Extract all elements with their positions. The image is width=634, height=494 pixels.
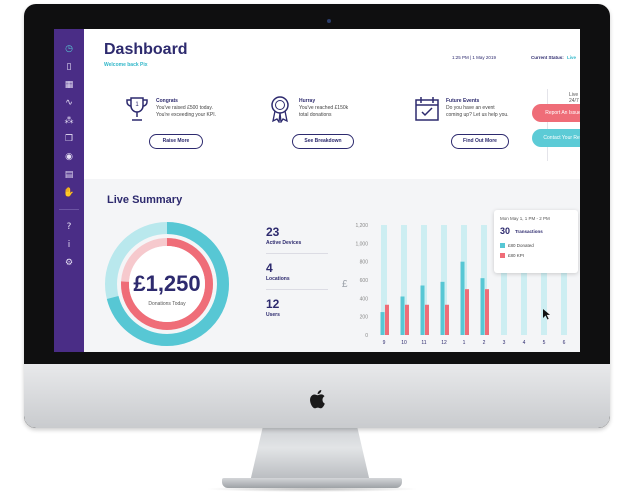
future-events-card: Future Events Do you have an event comin… — [414, 95, 554, 165]
x-tick-label: 1 — [463, 340, 466, 346]
trend-line-icon[interactable]: ∿ — [63, 97, 75, 109]
currency-axis-label: £ — [342, 279, 348, 290]
bar-donated — [480, 278, 485, 335]
donations-value: £1,250 — [133, 271, 201, 296]
bar-kpi — [405, 304, 409, 335]
x-tick-label: 5 — [543, 340, 546, 346]
stat-value: 12 — [266, 297, 280, 311]
calendar-icon[interactable]: ▦ — [63, 79, 75, 91]
welcome-message: Welcome back Pix — [104, 62, 148, 68]
x-tick-label: 9 — [383, 340, 386, 346]
bar-kpi — [465, 289, 469, 335]
device-icon[interactable]: ▯ — [63, 61, 75, 73]
stat-value: 23 — [266, 225, 280, 239]
bar-donated — [440, 281, 445, 335]
x-tick-label: 10 — [401, 340, 407, 346]
x-tick-label: 12 — [441, 340, 447, 346]
trophy-icon: 1 — [126, 97, 148, 121]
timestamp: 1:25 PM | 1 May 2019 — [452, 55, 496, 60]
page-title: Dashboard — [104, 41, 188, 58]
bar-kpi — [445, 304, 449, 335]
x-tick-label: 3 — [503, 340, 506, 346]
tooltip-legend-kpi: £80 KPI — [500, 253, 524, 258]
stat-label: Active Devices — [266, 240, 302, 246]
legend-swatch — [500, 253, 505, 258]
live-summary-title: Live Summary — [107, 194, 183, 206]
stat-divider — [266, 253, 328, 254]
stat-active-devices: 23 Active Devices — [266, 225, 336, 246]
status-label: Current Status: — [531, 55, 564, 60]
bar-donated — [380, 312, 385, 335]
help-icon[interactable]: ? — [63, 221, 75, 233]
y-tick-label: 1,200 — [355, 223, 368, 229]
x-tick-label: 2 — [483, 340, 486, 346]
monitor: ◷ ▯ ▦ ∿ ⁂ ❐ ◉ ▤ ✋? i ⚙ Dashboard Welcome back Pix … — [24, 4, 610, 428]
settings-icon[interactable]: ⚙ — [63, 257, 75, 269]
x-tick-label: 6 — [563, 340, 566, 346]
stat-locations: 4 Locations — [266, 261, 336, 282]
y-tick-label: 200 — [360, 315, 369, 321]
bar-donated — [460, 261, 465, 335]
congrats-title: Congrats — [156, 98, 178, 104]
bar-kpi — [485, 289, 489, 335]
future-events-title: Future Events — [446, 98, 480, 104]
stat-label: Users — [266, 312, 280, 318]
hurray-text: You've reached £150k total donations — [299, 105, 349, 118]
monitor-stand — [250, 420, 370, 482]
dashboard-screen: ◷ ▯ ▦ ∿ ⁂ ❐ ◉ ▤ ✋? i ⚙ Dashboard Welcome back Pix … — [54, 29, 580, 352]
status-badge: Live — [567, 55, 577, 60]
bar-kpi — [425, 304, 429, 335]
stat-users: 12 Users — [266, 297, 336, 318]
hand-coin-icon[interactable]: ✋ — [63, 187, 75, 199]
bar-donated — [420, 285, 425, 335]
monitor-stand-base — [222, 478, 402, 488]
document-icon[interactable]: ▤ — [63, 169, 75, 181]
stat-label: Locations — [266, 276, 290, 282]
legend-swatch — [500, 243, 505, 248]
report-issue-button[interactable]: Report An Issue — [532, 104, 580, 122]
user-icon[interactable]: ◉ — [63, 151, 75, 163]
tooltip-legend-donated: £80 Donated — [500, 243, 534, 248]
y-tick-label: 400 — [360, 296, 369, 302]
donations-label: Donations Today — [148, 301, 186, 307]
x-tick-label: 11 — [421, 340, 426, 346]
tooltip-header: Mon May 1, 1 PM - 2 PM — [500, 216, 550, 221]
y-tick-label: 800 — [360, 260, 369, 266]
tooltip-count-label: Transactions — [515, 229, 543, 234]
contact-rep-button[interactable]: Contact Your Rep — [532, 129, 580, 147]
camera-icon — [327, 19, 331, 23]
overview-card: Dashboard Welcome back Pix 1:25 PM | 1 M… — [84, 29, 580, 179]
stat-value: 4 — [266, 261, 273, 275]
y-tick-label: 600 — [360, 278, 369, 284]
dashboard-gauge-icon[interactable]: ◷ — [63, 43, 75, 55]
y-tick-label: 1,000 — [355, 241, 368, 247]
hurray-title: Hurray — [299, 98, 316, 104]
congrats-text: You've raised £500 today. You're exceedi… — [156, 105, 216, 118]
network-icon[interactable]: ⁂ — [63, 115, 75, 127]
y-tick-label: 0 — [365, 333, 368, 339]
bar-donated — [400, 296, 405, 335]
stat-divider — [266, 289, 328, 290]
info-icon[interactable]: i — [63, 239, 75, 251]
legend-label: £80 KPI — [508, 253, 525, 258]
tooltip-count: 30 — [500, 226, 511, 236]
divider — [547, 89, 548, 161]
hurray-card: Hurray You've reached £150k total donati… — [267, 95, 407, 165]
copy-icon[interactable]: ❐ — [63, 133, 75, 145]
sidebar-divider — [59, 209, 79, 210]
calendar-check-icon — [415, 97, 439, 121]
chart-tooltip: Mon May 1, 1 PM - 2 PM 30 Transactions £… — [494, 210, 578, 273]
raise-more-button[interactable]: Raise More — [149, 134, 203, 149]
see-breakdown-button[interactable]: See Breakdown — [292, 134, 354, 149]
bar-kpi — [385, 304, 389, 335]
sidebar: ◷ ▯ ▦ ∿ ⁂ ❐ ◉ ▤ ✋? i ⚙ — [54, 29, 84, 352]
apple-logo-icon — [310, 390, 325, 409]
legend-label: £80 Donated — [508, 243, 534, 248]
svg-text:1: 1 — [135, 102, 139, 108]
find-out-more-button[interactable]: Find Out More — [451, 134, 509, 149]
congrats-card: 1 Congrats You've raised £500 today. You… — [124, 95, 264, 165]
x-tick-label: 4 — [523, 340, 526, 346]
award-ribbon-icon — [271, 96, 289, 123]
